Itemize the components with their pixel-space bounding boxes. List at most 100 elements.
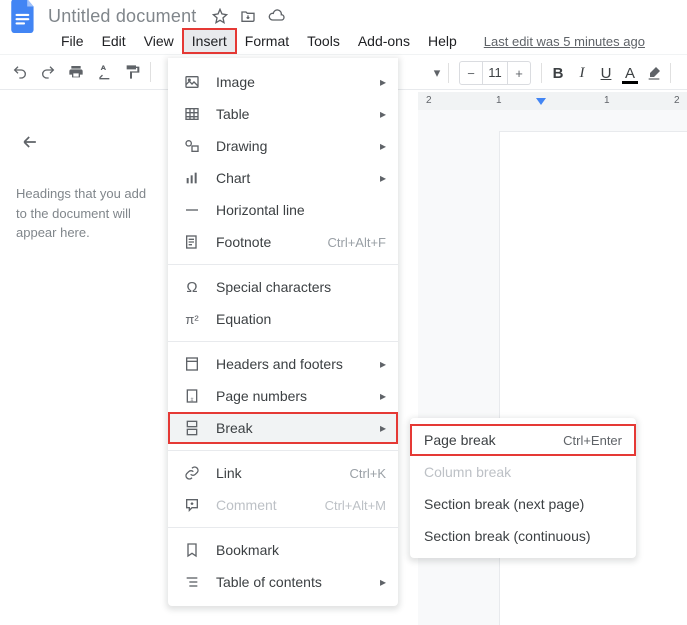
insert-menu-panel: Image ▸ Table ▸ Drawing ▸ Chart ▸ Horizontal lin…	[168, 58, 398, 606]
menu-item-label: Page numbers	[216, 388, 374, 404]
menu-help[interactable]: Help	[419, 29, 466, 53]
menu-add-ons[interactable]: Add-ons	[349, 29, 419, 53]
menu-item-table-of-contents[interactable]: Table of contents ▸	[168, 566, 398, 598]
undo-button[interactable]	[6, 58, 34, 86]
paint-format-button[interactable]	[118, 58, 146, 86]
back-arrow-button[interactable]	[16, 128, 44, 156]
menu-bar: FileEditViewInsertFormatToolsAdd-onsHelp…	[0, 28, 687, 54]
menu-item-label: Chart	[216, 170, 374, 186]
move-icon[interactable]	[239, 7, 257, 25]
menu-format[interactable]: Format	[236, 29, 298, 53]
highlight-button[interactable]	[642, 59, 666, 87]
break-submenu-panel: Page breakCtrl+EnterColumn breakSection …	[410, 418, 636, 558]
menu-shortcut: Ctrl+K	[350, 466, 386, 481]
submenu-arrow-icon: ▸	[380, 389, 386, 403]
ruler-indent-marker[interactable]	[536, 98, 546, 105]
break-icon	[182, 418, 202, 438]
menu-item-bookmark[interactable]: Bookmark	[168, 534, 398, 566]
redo-button[interactable]	[34, 58, 62, 86]
ruler[interactable]: 2112	[418, 92, 687, 110]
menu-item-label: Bookmark	[216, 542, 386, 558]
menu-item-chart[interactable]: Chart ▸	[168, 162, 398, 194]
star-icon[interactable]	[211, 7, 229, 25]
break-shortcut: Ctrl+Enter	[563, 433, 622, 448]
menu-item-label: Link	[216, 465, 350, 481]
submenu-arrow-icon: ▸	[380, 357, 386, 371]
svg-text:#: #	[191, 397, 194, 403]
menu-item-special-characters[interactable]: ΩSpecial characters	[168, 271, 398, 303]
submenu-arrow-icon: ▸	[380, 421, 386, 435]
menu-item-equation[interactable]: π² Equation	[168, 303, 398, 335]
menu-item-table[interactable]: Table ▸	[168, 98, 398, 130]
comment-icon	[182, 495, 202, 515]
menu-item-label: Horizontal line	[216, 202, 386, 218]
menu-item-label: Footnote	[216, 234, 327, 250]
menu-item-label: Equation	[216, 311, 386, 327]
font-dropdown-caret[interactable]: ▾	[430, 65, 444, 81]
menu-item-horizontal-line[interactable]: Horizontal line	[168, 194, 398, 226]
menu-item-label: Table	[216, 106, 374, 122]
ruler-tick: 2	[674, 95, 680, 106]
footnote-icon	[182, 232, 202, 252]
submenu-arrow-icon: ▸	[380, 75, 386, 89]
docs-logo[interactable]	[6, 0, 42, 40]
italic-button[interactable]: I	[570, 59, 594, 87]
submenu-arrow-icon: ▸	[380, 139, 386, 153]
font-size-decrease[interactable]: −	[460, 62, 482, 84]
menu-item-label: Comment	[216, 497, 325, 513]
omega-icon: Ω	[182, 277, 202, 297]
pagenum-icon: #	[182, 386, 202, 406]
menu-item-drawing[interactable]: Drawing ▸	[168, 130, 398, 162]
menu-item-footnote[interactable]: FootnoteCtrl+Alt+F	[168, 226, 398, 258]
font-size-control: − 11 +	[459, 61, 531, 85]
menu-item-comment[interactable]: CommentCtrl+Alt+M	[168, 489, 398, 521]
menu-tools[interactable]: Tools	[298, 29, 349, 53]
menu-item-page-numbers[interactable]: # Page numbers ▸	[168, 380, 398, 412]
menu-item-label: Break	[216, 420, 374, 436]
submenu-arrow-icon: ▸	[380, 107, 386, 121]
bold-button[interactable]: B	[546, 59, 570, 87]
break-option-section-break-continuous-[interactable]: Section break (continuous)	[410, 520, 636, 552]
menu-item-headers-and-footers[interactable]: Headers and footers ▸	[168, 348, 398, 380]
text-color-button[interactable]: A	[618, 59, 642, 87]
submenu-arrow-icon: ▸	[380, 171, 386, 185]
toc-icon	[182, 572, 202, 592]
menu-item-label: Drawing	[216, 138, 374, 154]
menu-edit[interactable]: Edit	[93, 29, 135, 53]
font-size-increase[interactable]: +	[508, 62, 530, 84]
menu-item-label: Image	[216, 74, 374, 90]
chart-icon	[182, 168, 202, 188]
hr-icon	[182, 200, 202, 220]
headers-icon	[182, 354, 202, 374]
menu-item-image[interactable]: Image ▸	[168, 66, 398, 98]
break-option-label: Section break (continuous)	[424, 528, 591, 544]
pi-icon: π²	[182, 309, 202, 329]
menu-view[interactable]: View	[135, 29, 183, 53]
menu-item-label: Headers and footers	[216, 356, 374, 372]
break-option-label: Page break	[424, 432, 496, 448]
menu-item-link[interactable]: LinkCtrl+K	[168, 457, 398, 489]
last-edit-link[interactable]: Last edit was 5 minutes ago	[484, 34, 645, 49]
menu-insert[interactable]: Insert	[183, 29, 236, 53]
cloud-icon[interactable]	[267, 7, 285, 25]
spellcheck-button[interactable]	[90, 58, 118, 86]
menu-shortcut: Ctrl+Alt+F	[327, 235, 386, 250]
ruler-tick: 2	[426, 95, 432, 106]
font-size-value[interactable]: 11	[482, 62, 508, 84]
ruler-tick: 1	[604, 95, 610, 106]
bookmark-icon	[182, 540, 202, 560]
menu-file[interactable]: File	[52, 29, 93, 53]
outline-placeholder: Headings that you add to the document wi…	[16, 184, 152, 243]
submenu-arrow-icon: ▸	[380, 575, 386, 589]
doc-title[interactable]: Untitled document	[48, 6, 196, 27]
break-option-column-break: Column break	[410, 456, 636, 488]
underline-button[interactable]: U	[594, 59, 618, 87]
link-icon	[182, 463, 202, 483]
menu-item-break[interactable]: Break ▸	[168, 412, 398, 444]
break-option-section-break-next-page-[interactable]: Section break (next page)	[410, 488, 636, 520]
drawing-icon	[182, 136, 202, 156]
print-button[interactable]	[62, 58, 90, 86]
table-icon	[182, 104, 202, 124]
break-option-page-break[interactable]: Page break Ctrl+Enter	[410, 424, 636, 456]
menu-item-label: Table of contents	[216, 574, 374, 590]
